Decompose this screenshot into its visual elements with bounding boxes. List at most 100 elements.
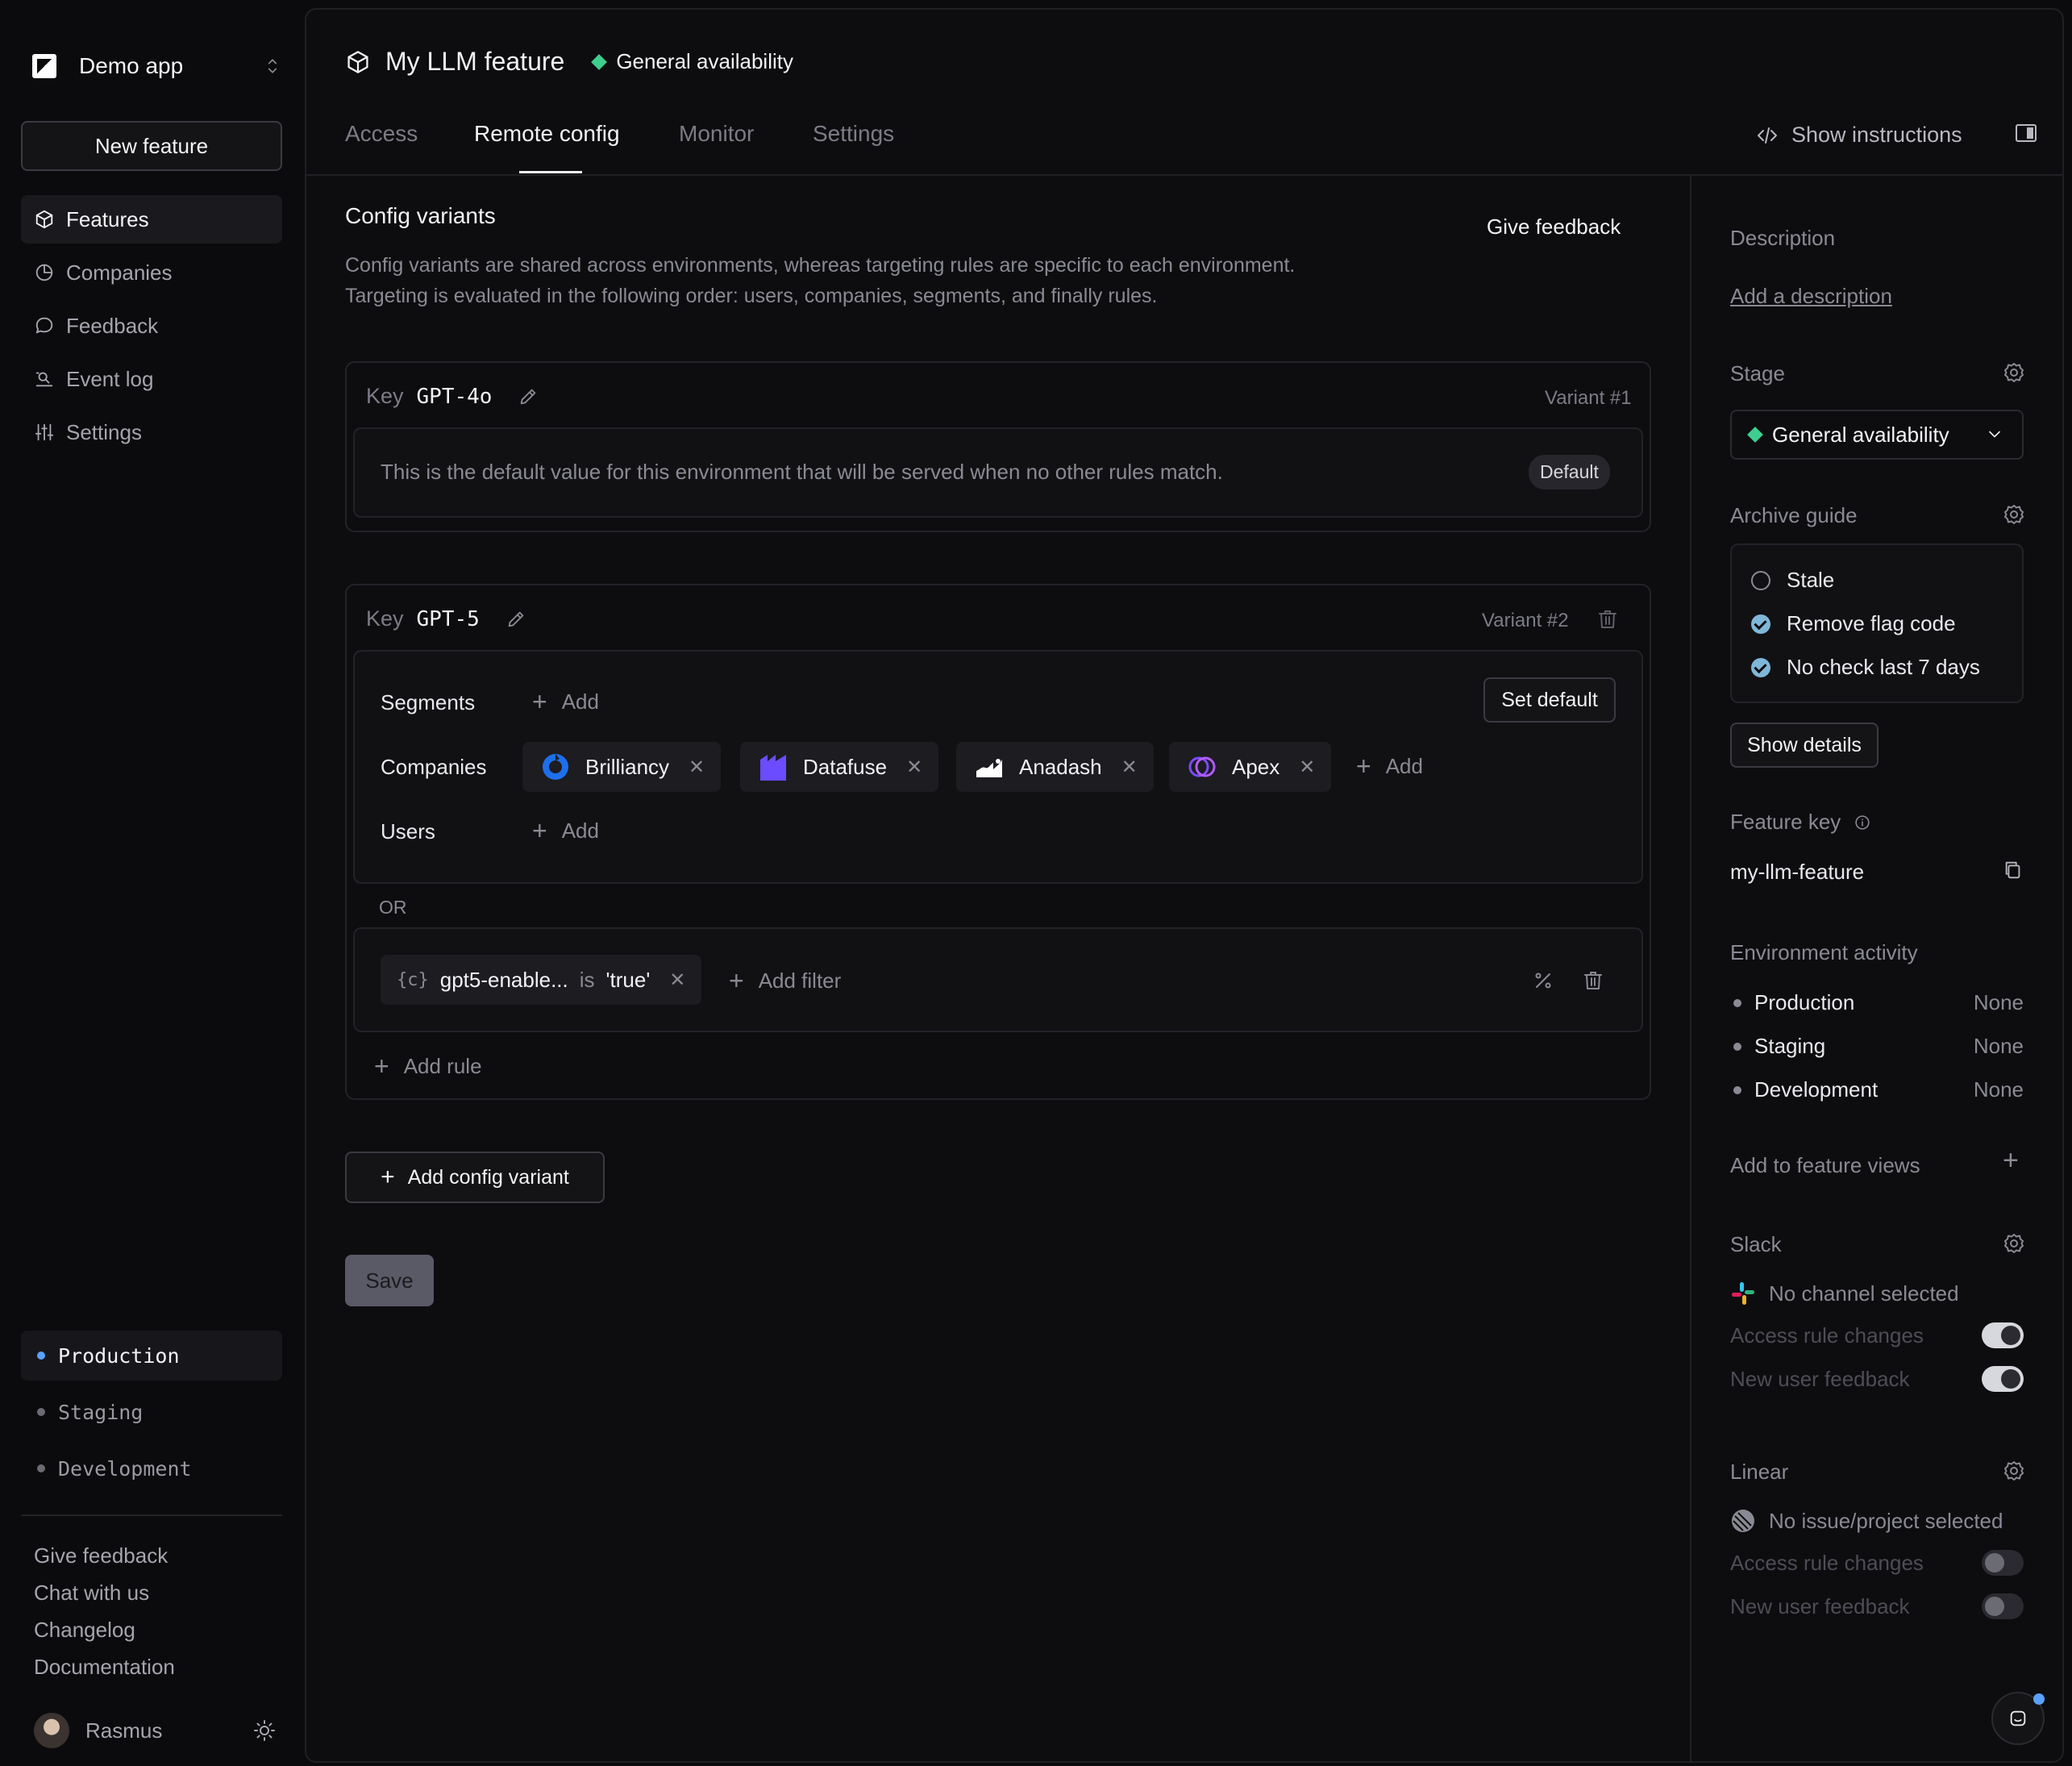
sidebar-item-features[interactable]: Features <box>21 195 282 244</box>
users-label: Users <box>381 819 435 843</box>
default-badge: Default <box>1529 455 1610 489</box>
remove-icon[interactable]: ✕ <box>1299 756 1315 779</box>
new-feature-button[interactable]: New feature <box>21 121 282 171</box>
add-segment-button[interactable]: + Add <box>532 689 599 714</box>
plus-icon: + <box>381 1164 395 1190</box>
percentage-icon[interactable] <box>1532 969 1554 992</box>
stage-badge: General availability <box>591 49 793 74</box>
company-chip-anadash: Anadash ✕ <box>956 742 1154 792</box>
sun-icon[interactable] <box>253 1719 276 1742</box>
default-value-text: This is the default value for this envir… <box>381 460 1223 484</box>
guide-item-remove-flag-code: Remove flag code <box>1751 611 1956 636</box>
notification-dot <box>2033 1693 2045 1705</box>
sidebar-item-label: Event log <box>66 366 154 391</box>
show-instructions-button[interactable]: Show instructions <box>1756 123 1962 148</box>
slack-user-feedback-toggle[interactable] <box>1982 1366 2024 1392</box>
tab-access[interactable]: Access <box>345 121 418 147</box>
add-config-variant-button[interactable]: + Add config variant <box>345 1152 605 1203</box>
add-filter-button[interactable]: + Add filter <box>729 968 841 993</box>
sidebar-item-feedback[interactable]: Feedback <box>21 302 282 350</box>
description-line: Targeting is evaluated in the following … <box>345 285 1158 307</box>
add-company-button[interactable]: + Add <box>1356 753 1423 779</box>
feature-key-value: my-llm-feature <box>1730 860 1865 884</box>
variant-number: Variant #2 <box>1482 610 1569 631</box>
remove-icon[interactable]: ✕ <box>689 756 705 779</box>
config-variants-title: Config variants <box>345 203 496 228</box>
remove-icon[interactable]: ✕ <box>1121 756 1138 779</box>
save-button[interactable]: Save <box>345 1255 434 1306</box>
env-dot <box>37 1408 45 1416</box>
filter-chip[interactable]: {c} gpt5-enable... is 'true' ✕ <box>381 955 702 1005</box>
feature-key-label-row: Feature key <box>1730 810 1871 835</box>
tab-monitor[interactable]: Monitor <box>679 121 754 147</box>
env-activity-status: None <box>1973 990 2024 1014</box>
toggle-label: Access rule changes <box>1730 1550 1924 1575</box>
stage-select[interactable]: General availability <box>1730 410 2024 460</box>
linear-user-feedback-row: New user feedback <box>1730 1593 2024 1619</box>
remove-filter-icon[interactable]: ✕ <box>669 968 685 992</box>
gear-icon[interactable] <box>2003 1232 2025 1255</box>
sidebar-panel-toggle-icon[interactable] <box>2016 124 2037 142</box>
env-staging[interactable]: Staging <box>21 1387 282 1437</box>
slack-access-rule-toggle[interactable] <box>1982 1322 2024 1348</box>
copy-icon[interactable] <box>2003 860 2024 881</box>
env-development[interactable]: Development <box>21 1443 282 1493</box>
sidebar-item-companies[interactable]: Companies <box>21 248 282 297</box>
give-feedback-button[interactable]: Give feedback <box>1487 215 1621 239</box>
info-icon[interactable] <box>1854 814 1871 831</box>
linear-access-rule-row: Access rule changes <box>1730 1550 2024 1576</box>
pencil-icon[interactable] <box>506 609 526 630</box>
footer-documentation-link[interactable]: Documentation <box>34 1655 175 1680</box>
sidebar-item-settings[interactable]: Settings <box>21 408 282 456</box>
variant-key-row: Key GPT-5 <box>366 606 526 631</box>
add-description-link[interactable]: Add a description <box>1730 284 1892 309</box>
stage-indicator-icon <box>591 53 608 70</box>
add-to-views-plus-icon[interactable]: + <box>2003 1145 2019 1177</box>
gear-icon[interactable] <box>2003 503 2025 526</box>
tab-settings[interactable]: Settings <box>813 121 894 147</box>
event-log-icon <box>35 372 53 387</box>
linear-logo-icon <box>1732 1510 1754 1532</box>
add-label: Add <box>561 818 599 843</box>
slack-label: Slack <box>1730 1232 1782 1256</box>
add-label: Add <box>561 689 599 714</box>
company-name: Apex <box>1232 754 1280 779</box>
show-details-button[interactable]: Show details <box>1730 723 1879 768</box>
add-rule-button[interactable]: + Add rule <box>374 1053 482 1079</box>
tab-remote-config[interactable]: Remote config <box>474 121 620 147</box>
set-default-button[interactable]: Set default <box>1483 677 1616 723</box>
add-user-button[interactable]: + Add <box>532 818 599 843</box>
pencil-icon[interactable] <box>518 386 539 407</box>
user-menu[interactable]: Rasmus <box>34 1713 162 1748</box>
app-name: Demo app <box>79 53 184 78</box>
gear-icon[interactable] <box>2003 361 2025 384</box>
footer-chat-link[interactable]: Chat with us <box>34 1581 149 1606</box>
env-activity-name: Development <box>1754 1077 1879 1102</box>
app-switcher[interactable]: Demo app <box>32 44 282 89</box>
gear-icon[interactable] <box>2003 1460 2025 1482</box>
linear-project-row[interactable]: No issue/project selected <box>1730 1508 2003 1534</box>
cube-icon <box>35 210 53 229</box>
slack-channel-row[interactable]: No channel selected <box>1730 1281 1959 1306</box>
sidebar-item-label: Feedback <box>66 313 159 338</box>
env-production[interactable]: Production <box>21 1331 282 1381</box>
trash-icon[interactable] <box>1596 608 1619 631</box>
datafuse-logo-icon <box>760 755 786 781</box>
footer-give-feedback-link[interactable]: Give feedback <box>34 1543 168 1568</box>
trash-icon[interactable] <box>1582 969 1604 992</box>
active-tab-indicator <box>519 171 582 173</box>
linear-access-rule-toggle[interactable] <box>1982 1550 2024 1576</box>
sidebar-item-label: Settings <box>66 419 142 444</box>
plus-icon: + <box>374 1052 389 1081</box>
linear-user-feedback-toggle[interactable] <box>1982 1593 2024 1619</box>
key-label: Key <box>366 606 404 631</box>
sidebar: Demo app New feature Features Companies … <box>0 0 305 1766</box>
footer-changelog-link[interactable]: Changelog <box>34 1618 135 1643</box>
sidebar-item-event-log[interactable]: Event log <box>21 355 282 403</box>
cube-icon <box>347 50 368 73</box>
check-circle-icon <box>1751 657 1770 677</box>
sliders-icon <box>35 423 54 441</box>
remove-icon[interactable]: ✕ <box>906 756 922 779</box>
brilliancy-logo-icon <box>543 754 568 780</box>
add-to-feature-views-label: Add to feature views <box>1730 1153 1920 1177</box>
